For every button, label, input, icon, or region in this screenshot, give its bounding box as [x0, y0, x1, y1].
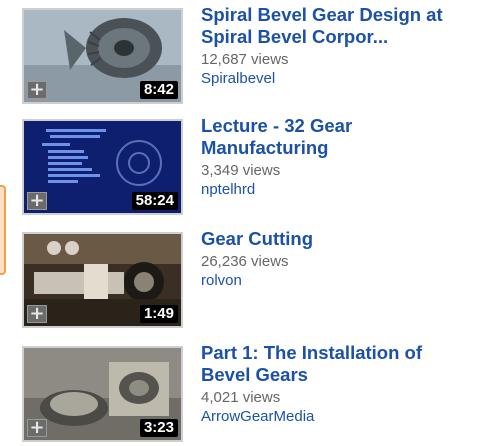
- add-to-queue-button[interactable]: +: [27, 192, 47, 210]
- video-duration: 3:23: [139, 419, 178, 437]
- view-count: 4,021 views: [201, 389, 281, 406]
- video-title-line: Part 1: The Installation of: [201, 342, 422, 363]
- video-title[interactable]: Gear Cutting: [201, 228, 476, 250]
- video-meta: Gear Cutting 26,236 views rolvon: [201, 228, 476, 290]
- video-meta: Spiral Bevel Gear Design at Spiral Bevel…: [201, 4, 476, 88]
- add-to-queue-button[interactable]: +: [27, 305, 47, 323]
- video-title-line: Gear Cutting: [201, 228, 314, 249]
- video-title[interactable]: Part 1: The Installation of Bevel Gears: [201, 342, 476, 386]
- video-title[interactable]: Spiral Bevel Gear Design at Spiral Bevel…: [201, 4, 476, 48]
- video-duration: 8:42: [139, 81, 178, 99]
- add-to-queue-button[interactable]: +: [27, 81, 47, 99]
- video-title-line: Lecture - 32 Gear: [201, 115, 353, 136]
- channel-link[interactable]: ArrowGearMedia: [201, 407, 476, 426]
- video-title-line: Manufacturing: [201, 137, 329, 158]
- video-item: + 58:24 Lecture - 32 Gear Manufacturing …: [22, 115, 472, 219]
- video-thumbnail[interactable]: + 58:24: [22, 119, 183, 215]
- plus-icon: +: [29, 190, 45, 211]
- video-duration: 1:49: [139, 305, 178, 323]
- view-count: 3,349 views: [201, 162, 281, 179]
- video-title-line: Bevel Gears: [201, 364, 308, 385]
- channel-link[interactable]: nptelhrd: [201, 180, 476, 199]
- video-title[interactable]: Lecture - 32 Gear Manufacturing: [201, 115, 476, 159]
- add-to-queue-button[interactable]: +: [27, 419, 47, 437]
- plus-icon: +: [29, 79, 45, 100]
- channel-link[interactable]: rolvon: [201, 271, 476, 290]
- plus-icon: +: [29, 303, 45, 324]
- video-item: + 1:49 Gear Cutting 26,236 views rolvon: [22, 228, 472, 332]
- video-duration: 58:24: [131, 192, 178, 210]
- related-videos-list: + 8:42 Spiral Bevel Gear Design at Spira…: [0, 0, 480, 442]
- plus-icon: +: [29, 417, 45, 438]
- video-meta: Lecture - 32 Gear Manufacturing 3,349 vi…: [201, 115, 476, 199]
- channel-link[interactable]: Spiralbevel: [201, 69, 476, 88]
- video-thumbnail[interactable]: + 8:42: [22, 8, 183, 104]
- view-count: 12,687 views: [201, 51, 289, 68]
- video-thumbnail[interactable]: + 1:49: [22, 232, 183, 328]
- video-title-line: Spiral Bevel Corpor...: [201, 26, 389, 47]
- video-meta: Part 1: The Installation of Bevel Gears …: [201, 342, 476, 426]
- video-title-line: Spiral Bevel Gear Design at: [201, 4, 443, 25]
- video-thumbnail[interactable]: + 3:23: [22, 346, 183, 442]
- view-count: 26,236 views: [201, 253, 289, 270]
- video-item: + 3:23 Part 1: The Installation of Bevel…: [22, 342, 472, 446]
- video-item: + 8:42 Spiral Bevel Gear Design at Spira…: [22, 4, 472, 108]
- side-handle[interactable]: [0, 185, 6, 275]
